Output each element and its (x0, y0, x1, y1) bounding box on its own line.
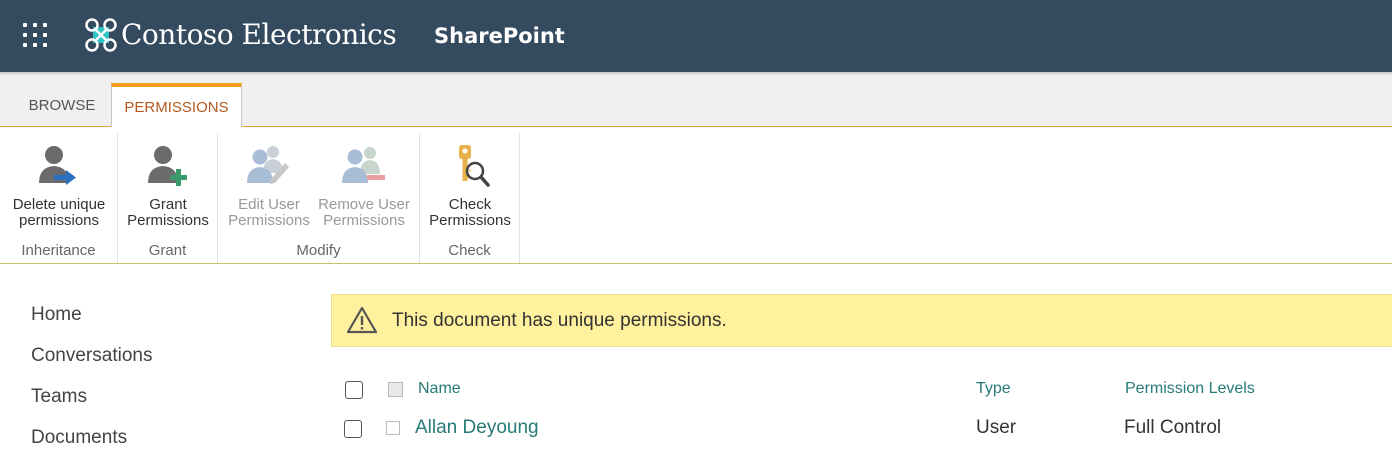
group-label-modify: Modify (296, 242, 341, 259)
row-select-toggle[interactable] (386, 421, 400, 435)
row-checkbox[interactable] (344, 420, 362, 438)
nav-item-documents[interactable]: Documents (31, 427, 127, 449)
warning-icon (346, 306, 378, 334)
users-remove-icon (342, 147, 385, 183)
tab-browse[interactable]: BROWSE (16, 86, 108, 127)
edit-user-line1: Edit User (238, 196, 300, 213)
grant-permissions-button[interactable]: Grant Permissions (118, 133, 218, 229)
group-grant: Grant Permissions Grant (118, 133, 218, 263)
group-label-grant: Grant (148, 242, 187, 259)
group-label-inheritance: Inheritance (21, 242, 96, 259)
remove-user-line1: Remove User (318, 196, 410, 213)
delete-unique-line1: Delete unique (12, 196, 106, 213)
app-launcher-icon[interactable] (20, 20, 52, 52)
row-type: User (976, 417, 1017, 438)
remove-user-line2: Permissions (323, 212, 405, 229)
row-name-link[interactable]: Allan Deyoung (415, 417, 539, 439)
user-add-icon (148, 146, 187, 186)
item-select-all-toggle[interactable] (388, 382, 403, 397)
app-name[interactable]: SharePoint (434, 24, 565, 48)
column-header-permission-levels[interactable]: Permission Levels (1125, 380, 1255, 398)
row-permission-level: Full Control (1124, 417, 1222, 438)
check-line2: Permissions (429, 212, 511, 229)
user-arrow-icon (39, 146, 76, 185)
brand-name[interactable]: Contoso Electronics (121, 18, 397, 51)
suite-bar: Contoso Electronics SharePoint (0, 0, 1392, 72)
group-modify: Edit User Permissions Remove User Permis… (218, 133, 420, 263)
check-permissions-button[interactable]: Check Permissions (420, 133, 520, 229)
column-header-type[interactable]: Type (976, 380, 1011, 398)
ribbon: Delete unique permissions Inheritance Gr… (0, 127, 1392, 264)
contoso-logo-icon[interactable] (84, 17, 118, 53)
remove-user-permissions-button[interactable]: Remove User Permissions (314, 133, 414, 229)
grant-line1: Grant (149, 196, 187, 213)
ribbon-tab-row: BROWSE PERMISSIONS (0, 76, 1392, 128)
nav-item-teams[interactable]: Teams (31, 386, 87, 408)
edit-user-permissions-button[interactable]: Edit User Permissions (224, 133, 314, 229)
users-edit-icon (247, 146, 289, 184)
key-search-icon (459, 145, 490, 187)
edit-user-line2: Permissions (228, 212, 310, 229)
group-label-check: Check (448, 242, 491, 259)
group-check: Check Permissions Check (420, 133, 520, 263)
column-header-name[interactable]: Name (418, 380, 461, 398)
select-all-checkbox[interactable] (345, 381, 363, 399)
group-inheritance: Delete unique permissions Inheritance (0, 133, 118, 263)
nav-item-home[interactable]: Home (31, 304, 82, 326)
status-message-text: This document has unique permissions. (392, 310, 727, 331)
tab-permissions[interactable]: PERMISSIONS (111, 83, 242, 128)
status-message-bar: This document has unique permissions. (331, 294, 1392, 347)
delete-unique-permissions-button[interactable]: Delete unique permissions (0, 133, 118, 229)
check-line1: Check (448, 196, 492, 213)
grant-line2: Permissions (127, 212, 209, 229)
delete-unique-line2: permissions (18, 212, 100, 229)
nav-item-conversations[interactable]: Conversations (31, 345, 152, 367)
